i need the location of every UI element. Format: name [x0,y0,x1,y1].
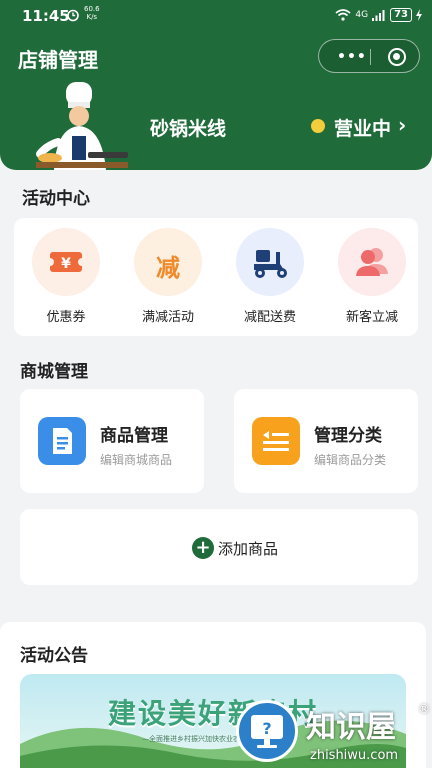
system-icons: 4G 73 [335,7,422,23]
help-float-button[interactable]: ? [236,700,298,762]
card-subtitle: 编辑商城商品 [100,453,173,467]
activity-label: 新客立减 [345,310,398,325]
card-title: 管理分类 [314,426,382,446]
business-status[interactable]: 营业中 [334,114,391,141]
discount-glyph: 减 [156,254,180,282]
activity-label: 优惠券 [46,310,86,325]
add-product-card[interactable]: + 添加商品 [20,509,418,585]
capsule-divider [370,49,371,65]
activity-item-coupon[interactable]: ¥ 优惠券 [14,228,118,325]
page-title: 店铺管理 [18,48,98,72]
alarm-icon [67,9,79,22]
close-target-icon[interactable] [388,48,406,66]
watermark-registered: ® [418,702,430,716]
help-monitor-icon: ? [251,715,283,748]
wifi-icon [335,9,351,21]
announcement-title: 活动公告 [20,646,88,666]
status-bar: 11:45 60.6 K/s 4G 73 [0,0,432,32]
more-icon[interactable]: ••• [337,49,367,65]
battery-icon: 73 [390,8,412,22]
activity-label: 减配送费 [243,310,296,325]
svg-text:?: ? [262,719,271,738]
delivery-scooter-icon [236,228,304,296]
activity-item-delivery-fee[interactable]: 减配送费 [218,228,322,325]
header: 11:45 60.6 K/s 4G 73 店铺管理 ••• 砂锅米线 营业中 › [0,0,432,170]
plus-icon: + [192,537,214,559]
activity-label: 满减活动 [141,310,194,325]
add-product-label: 添加商品 [218,539,279,558]
mall-management-title: 商城管理 [20,362,88,382]
category-management-card[interactable]: 管理分类 编辑商品分类 [234,389,418,493]
net-speed: 60.6 K/s [84,5,100,21]
coupon-icon: ¥ [32,228,100,296]
status-dot [311,119,325,133]
activity-item-discount[interactable]: 减 满减活动 [116,228,220,325]
new-customer-icon [338,228,406,296]
status-time: 11:45 [22,7,70,25]
network-type: 4G [355,10,369,20]
signal-icon [372,10,385,21]
svg-text:¥: ¥ [61,256,71,272]
category-icon [252,417,300,465]
activity-card: ¥ 优惠券 减 满减活动 减配送费 新客立减 [14,218,418,336]
watermark: 知识屋 ® zhishiwu.com [306,702,430,763]
watermark-main: 知识屋 [306,710,396,745]
watermark-url: zhishiwu.com [310,748,399,763]
chef-illustration [36,82,128,170]
product-management-card[interactable]: 商品管理 编辑商城商品 [20,389,204,493]
add-product-button[interactable]: + 添加商品 [192,537,278,559]
activity-item-new-customer[interactable]: 新客立减 [320,228,424,325]
discount-icon: 减 [134,228,202,296]
shop-name: 砂锅米线 [150,118,227,140]
card-title: 商品管理 [100,426,168,446]
document-icon [38,417,86,465]
mini-program-capsule: ••• [318,39,420,73]
chevron-right-icon[interactable]: › [398,113,406,137]
card-subtitle: 编辑商品分类 [314,453,387,467]
charging-icon [416,9,422,21]
activity-center-title: 活动中心 [22,189,90,209]
